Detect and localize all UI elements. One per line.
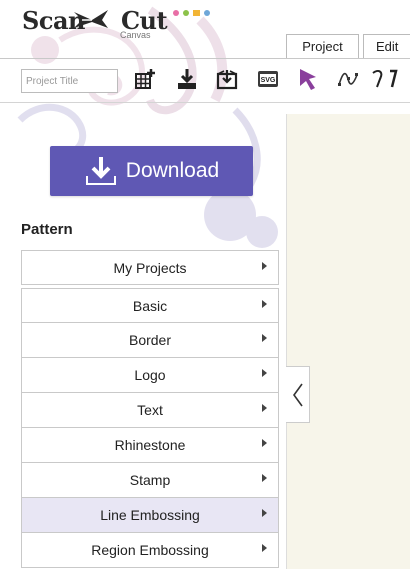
pattern-item-label: Line Embossing: [100, 507, 200, 523]
chevron-right-icon: [262, 544, 267, 552]
pattern-item-label: Basic: [132, 297, 168, 314]
tab-divider: [0, 58, 410, 59]
pattern-item-line-embossing[interactable]: Line Embossing: [21, 498, 279, 533]
curve-tool-button[interactable]: [370, 64, 400, 94]
pattern-item-label: My Projects: [113, 259, 187, 276]
pattern-item-basic[interactable]: Basic: [21, 288, 279, 323]
pattern-item-rhinestone[interactable]: Rhinestone: [21, 428, 279, 463]
download-label: Download: [125, 159, 220, 182]
pattern-item-border[interactable]: Border: [21, 323, 279, 358]
pattern-heading: Pattern: [21, 221, 73, 238]
chevron-right-icon: [262, 334, 267, 342]
download-button[interactable]: Download: [50, 146, 253, 196]
download-icon: [85, 157, 116, 185]
svg-file-icon: SVG: [258, 71, 278, 87]
pattern-category-list: My Projects Basic Border Logo Text Rhine…: [21, 250, 279, 568]
app-logo: Scan Cut Canvas: [22, 6, 210, 40]
chevron-right-icon: [262, 369, 267, 377]
add-grid-icon: [135, 69, 155, 89]
chevron-right-icon: [262, 404, 267, 412]
add-grid-button[interactable]: [130, 64, 160, 94]
chevron-right-icon: [262, 300, 267, 308]
chevron-right-icon: [262, 474, 267, 482]
collapse-chevron-icon: [292, 383, 303, 406]
node-edit-button[interactable]: [333, 64, 363, 94]
pattern-item-stamp[interactable]: Stamp: [21, 463, 279, 498]
pattern-item-logo[interactable]: Logo: [21, 358, 279, 393]
collapse-panel-button[interactable]: [286, 366, 310, 423]
select-arrow-icon: [300, 69, 316, 90]
save-button[interactable]: [212, 64, 242, 94]
pattern-item-label: Logo: [134, 367, 166, 383]
chevron-right-icon: [262, 509, 267, 517]
curve-tool-icon: [372, 69, 398, 88]
save-icon: [216, 70, 238, 90]
chevron-right-icon: [262, 439, 267, 447]
select-tool-button[interactable]: [293, 64, 323, 94]
pattern-item-label: Region Embossing: [91, 542, 209, 558]
project-title-input[interactable]: [21, 69, 118, 93]
node-edit-icon: [338, 72, 358, 86]
export-svg-button[interactable]: SVG: [253, 64, 283, 94]
pattern-item-label: Rhinestone: [114, 437, 186, 453]
import-icon: [178, 69, 196, 89]
pattern-item-my-projects[interactable]: My Projects: [21, 250, 279, 285]
svg-icon-label: SVG: [261, 77, 276, 84]
tab-edit[interactable]: Edit: [363, 34, 410, 58]
pattern-item-label: Border: [128, 332, 172, 348]
logo-scissors-icon: [74, 10, 108, 28]
pattern-item-label: Text: [137, 402, 163, 418]
pattern-item-label: Stamp: [129, 472, 171, 488]
import-button[interactable]: [172, 64, 202, 94]
toolbar-divider: [0, 102, 410, 103]
tab-project[interactable]: Project: [286, 34, 359, 58]
logo-subtitle: Canvas: [120, 30, 151, 40]
chevron-right-icon: [262, 262, 267, 270]
pattern-item-region-embossing[interactable]: Region Embossing: [21, 533, 279, 568]
logo-colored-dots-icon: [173, 10, 210, 16]
design-canvas[interactable]: [286, 114, 410, 569]
pattern-item-text[interactable]: Text: [21, 393, 279, 428]
